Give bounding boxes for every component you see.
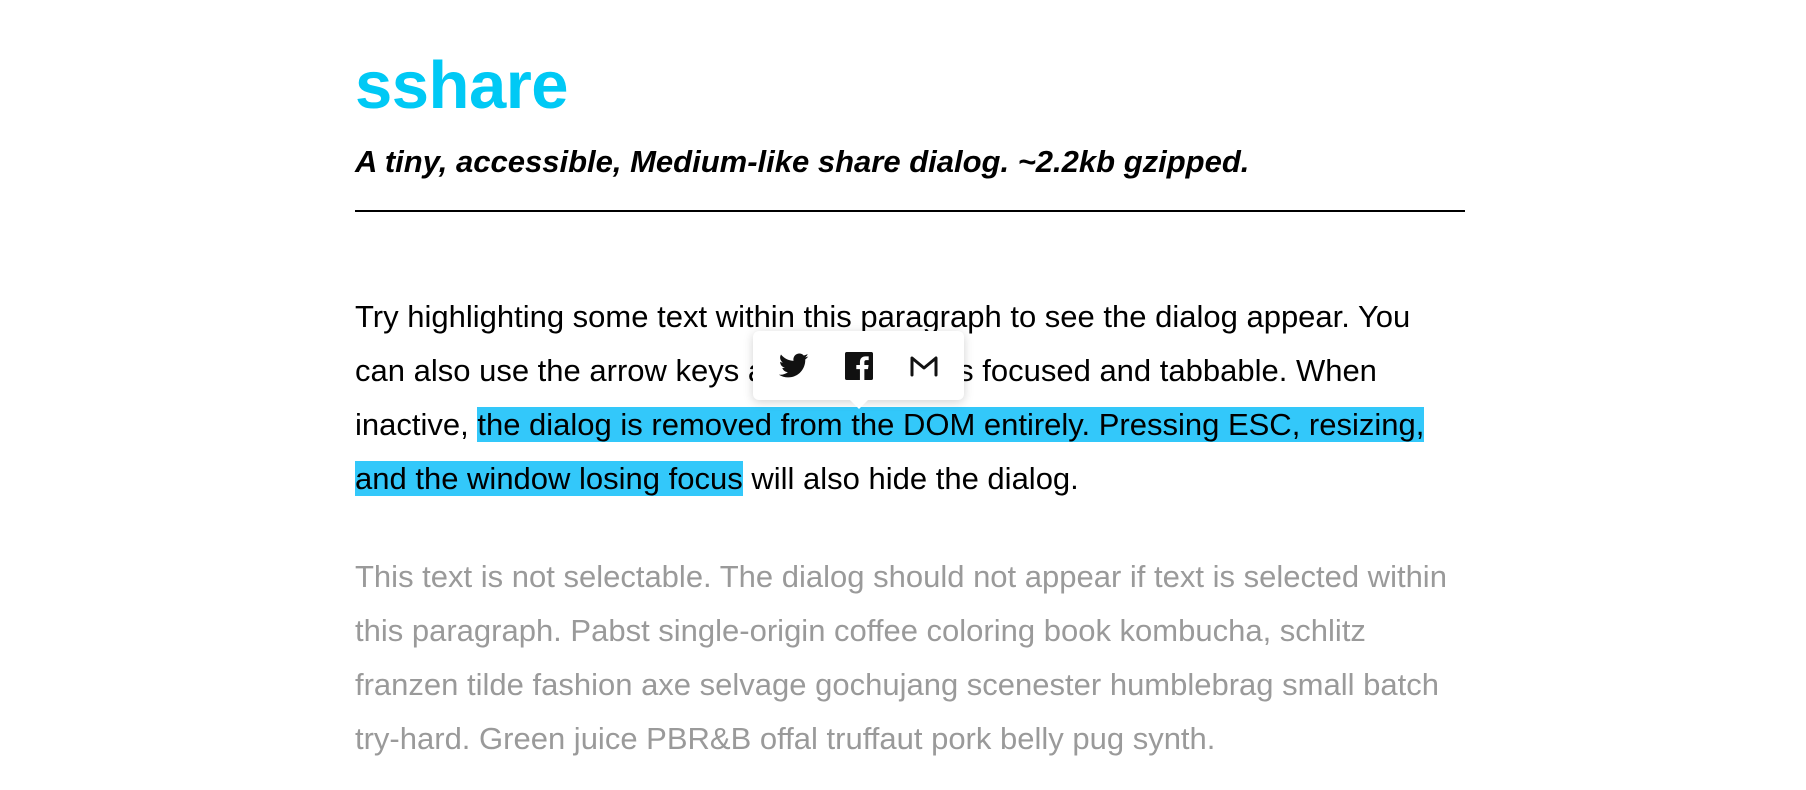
share-gmail-button[interactable] xyxy=(898,340,950,392)
twitter-icon xyxy=(778,353,809,379)
share-dialog xyxy=(753,331,964,409)
page-title: sshare xyxy=(355,48,569,123)
gmail-icon xyxy=(909,354,939,378)
unselectable-paragraph: This text is not selectable. The dialog … xyxy=(355,559,1447,756)
share-facebook-button[interactable] xyxy=(833,340,885,392)
share-twitter-button[interactable] xyxy=(768,340,820,392)
demo-text-after[interactable]: will also hide the dialog. xyxy=(743,461,1078,496)
facebook-icon xyxy=(844,351,873,380)
page-content: sshare A tiny, accessible, Medium-like s… xyxy=(355,40,1465,766)
page-subtitle: A tiny, accessible, Medium-like share di… xyxy=(355,144,1250,179)
header-divider xyxy=(355,210,1465,212)
